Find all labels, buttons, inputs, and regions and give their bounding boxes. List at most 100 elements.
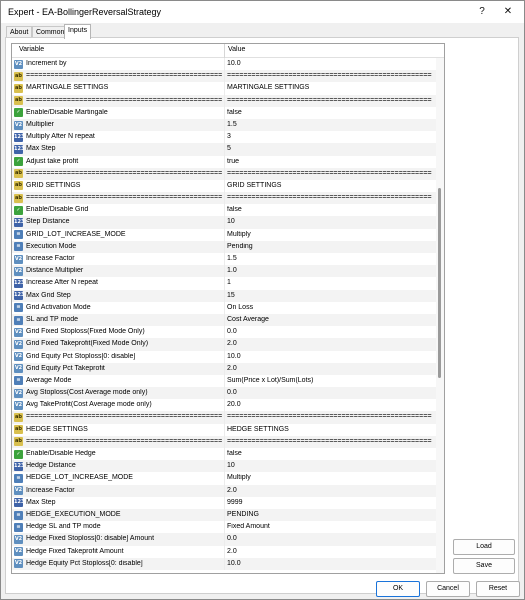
input-row[interactable]: 123 Max Step 9999 [12,496,436,509]
input-value[interactable]: HEDGE SETTINGS [227,426,432,433]
input-row[interactable]: ≡ GRID_LOT_INCREASE_MODE Multiply [12,228,436,241]
input-row[interactable]: ✓ Enable/Disable Hedge false [12,448,436,461]
input-row[interactable]: ab ======================================… [12,70,436,83]
input-value[interactable]: true [227,158,432,165]
input-value[interactable]: false [227,109,432,116]
input-row[interactable]: ab ======================================… [12,192,436,205]
input-value[interactable]: Multiply [227,474,432,481]
input-value[interactable]: 2.0 [227,340,432,347]
input-row[interactable]: V2 Increase Factor 1.5 [12,253,436,266]
input-row[interactable]: ab ======================================… [12,94,436,107]
input-row[interactable]: ≡ Execution Mode Pending [12,240,436,253]
input-row[interactable]: V2 Grid Equity Pct Takeprofit 2.0 [12,362,436,375]
input-row[interactable]: ≡ SL and TP mode Cost Average [12,313,436,327]
input-row[interactable]: ab MARTINGALE SETTINGS MARTINGALE SETTINGS [12,82,436,95]
input-value[interactable]: 10 [227,218,432,225]
input-value[interactable]: 1.5 [227,255,432,262]
input-row[interactable]: 123 Max Grid Step 15 [12,289,436,302]
input-value[interactable]: 0.0 [227,389,432,396]
input-row[interactable]: ab ======================================… [12,435,436,448]
input-value[interactable]: MARTINGALE SETTINGS [227,84,432,91]
input-value[interactable]: Sum(Price x Lot)/Sum(Lots) [227,377,432,384]
input-value[interactable]: 2.0 [227,487,432,494]
input-value[interactable]: 10 [227,462,432,469]
input-value[interactable]: false [227,206,432,213]
input-value[interactable]: 5 [227,145,432,152]
input-value[interactable]: ========================================… [227,438,432,445]
input-value[interactable]: 2.0 [227,548,432,555]
input-row[interactable]: 123 Max Step 5 [12,143,436,156]
input-value[interactable]: 1.5 [227,121,432,128]
input-value[interactable]: 1 [227,279,432,286]
input-row[interactable]: ≡ HEDGE_LOT_INCREASE_MODE Multiply [12,472,436,485]
input-row[interactable]: V2 Increase Factor 2.0 [12,484,436,497]
input-row[interactable]: V2 Multiplier 1.5 [12,118,436,132]
input-row[interactable]: ✓ Enable/Disable Grid false [12,204,436,217]
column-header-variable[interactable]: Variable [19,46,44,53]
vertical-scrollbar[interactable] [436,58,444,573]
input-row[interactable]: ab ======================================… [12,411,436,424]
input-value[interactable]: ========================================… [227,97,432,104]
input-value[interactable]: 9999 [227,499,432,506]
input-value[interactable]: 0.0 [227,328,432,335]
input-value[interactable]: 2.0 [227,365,432,372]
input-value[interactable]: Fixed Amount [227,523,432,530]
input-row[interactable]: V2 Hedge Fixed Stoploss[0: disable] Amoun… [12,533,436,546]
input-row[interactable]: ≡ Grid Activation Mode On Loss [12,301,436,314]
input-row[interactable]: V2 Increment by 10.0 [12,58,436,71]
input-row[interactable]: V2 Distance Multiplier 1.0 [12,265,436,278]
input-row[interactable]: 123 Multiply After N repeat 3 [12,131,436,144]
input-value[interactable]: ========================================… [227,170,432,177]
input-row[interactable]: ab GRID SETTINGS GRID SETTINGS [12,179,436,193]
input-row[interactable]: ✓ Enable/Disable Martingale false [12,106,436,119]
input-row[interactable]: V2 Avg Stoploss(Cost Average mode only) 0.… [12,387,436,400]
input-row[interactable]: ab HEDGE SETTINGS HEDGE SETTINGS [12,423,436,436]
input-row[interactable]: V2 Grid Equity Pct Stoploss[0: disable] 10… [12,350,436,363]
input-value[interactable]: ========================================… [227,194,432,201]
column-header-value[interactable]: Value [228,46,245,53]
input-value[interactable]: 3 [227,133,432,140]
input-variable-name: Max Step [26,145,56,153]
input-value[interactable]: 10.0 [227,560,432,567]
input-value[interactable]: Pending [227,243,432,250]
tab-inputs[interactable]: Inputs [64,24,92,39]
input-value[interactable]: Multiply [227,231,432,238]
save-button[interactable]: Save [453,558,515,574]
input-value[interactable]: ========================================… [227,72,432,79]
cancel-button[interactable]: Cancel [426,581,470,597]
column-divider[interactable] [224,44,225,58]
input-row[interactable]: 123 Increase After N repeat 1 [12,277,436,290]
cell-divider [224,155,225,168]
input-variable-name: Hedge Equity Pct Stoploss[0: disable] [26,559,143,567]
input-value[interactable]: 20.0 [227,401,432,408]
input-row[interactable]: ✓ Adjust take profit true [12,155,436,168]
input-row[interactable]: V2 Avg TakeProfit(Cost Average mode only)… [12,399,436,412]
input-value[interactable]: Cost Average [227,316,432,323]
help-button[interactable]: ? [471,4,493,20]
input-value[interactable]: GRID SETTINGS [227,182,432,189]
input-row[interactable]: ≡ Hedge SL and TP mode Fixed Amount [12,521,436,534]
close-button[interactable]: ✕ [497,4,519,20]
input-row[interactable]: V2 Hedge Fixed Takeprofit Amount 2.0 [12,545,436,558]
ok-button[interactable]: OK [376,581,420,597]
input-value[interactable]: On Loss [227,304,432,311]
input-row[interactable]: 123 Step Distance 10 [12,216,436,229]
input-row[interactable]: V2 Grid Fixed Stoploss(Fixed Mode Only) 0.… [12,326,436,339]
input-row[interactable]: V2 Hedge Equity Pct Stoploss[0: disable] 1… [12,557,436,570]
input-value[interactable]: 0.0 [227,535,432,542]
load-button[interactable]: Load [453,539,515,555]
input-row[interactable]: 123 Hedge Distance 10 [12,460,436,473]
reset-button[interactable]: Reset [476,581,520,597]
input-value[interactable]: PENDING [227,511,432,518]
input-value[interactable]: 10.0 [227,60,432,67]
input-row[interactable]: ≡ Average Mode Sum(Price x Lot)/Sum(Lots) [12,374,436,388]
input-value[interactable]: false [227,450,432,457]
input-value[interactable]: 1.0 [227,267,432,274]
input-value[interactable]: 10.0 [227,353,432,360]
input-row[interactable]: ≡ HEDGE_EXECUTION_MODE PENDING [12,508,436,522]
input-value[interactable]: ========================================… [227,413,432,420]
input-value[interactable]: 15 [227,292,432,299]
input-row[interactable]: V2 Grid Fixed Takeprofit(Fixed Mode Only)… [12,338,436,351]
input-row[interactable]: ab ======================================… [12,167,436,180]
scrollbar-thumb[interactable] [438,188,441,378]
